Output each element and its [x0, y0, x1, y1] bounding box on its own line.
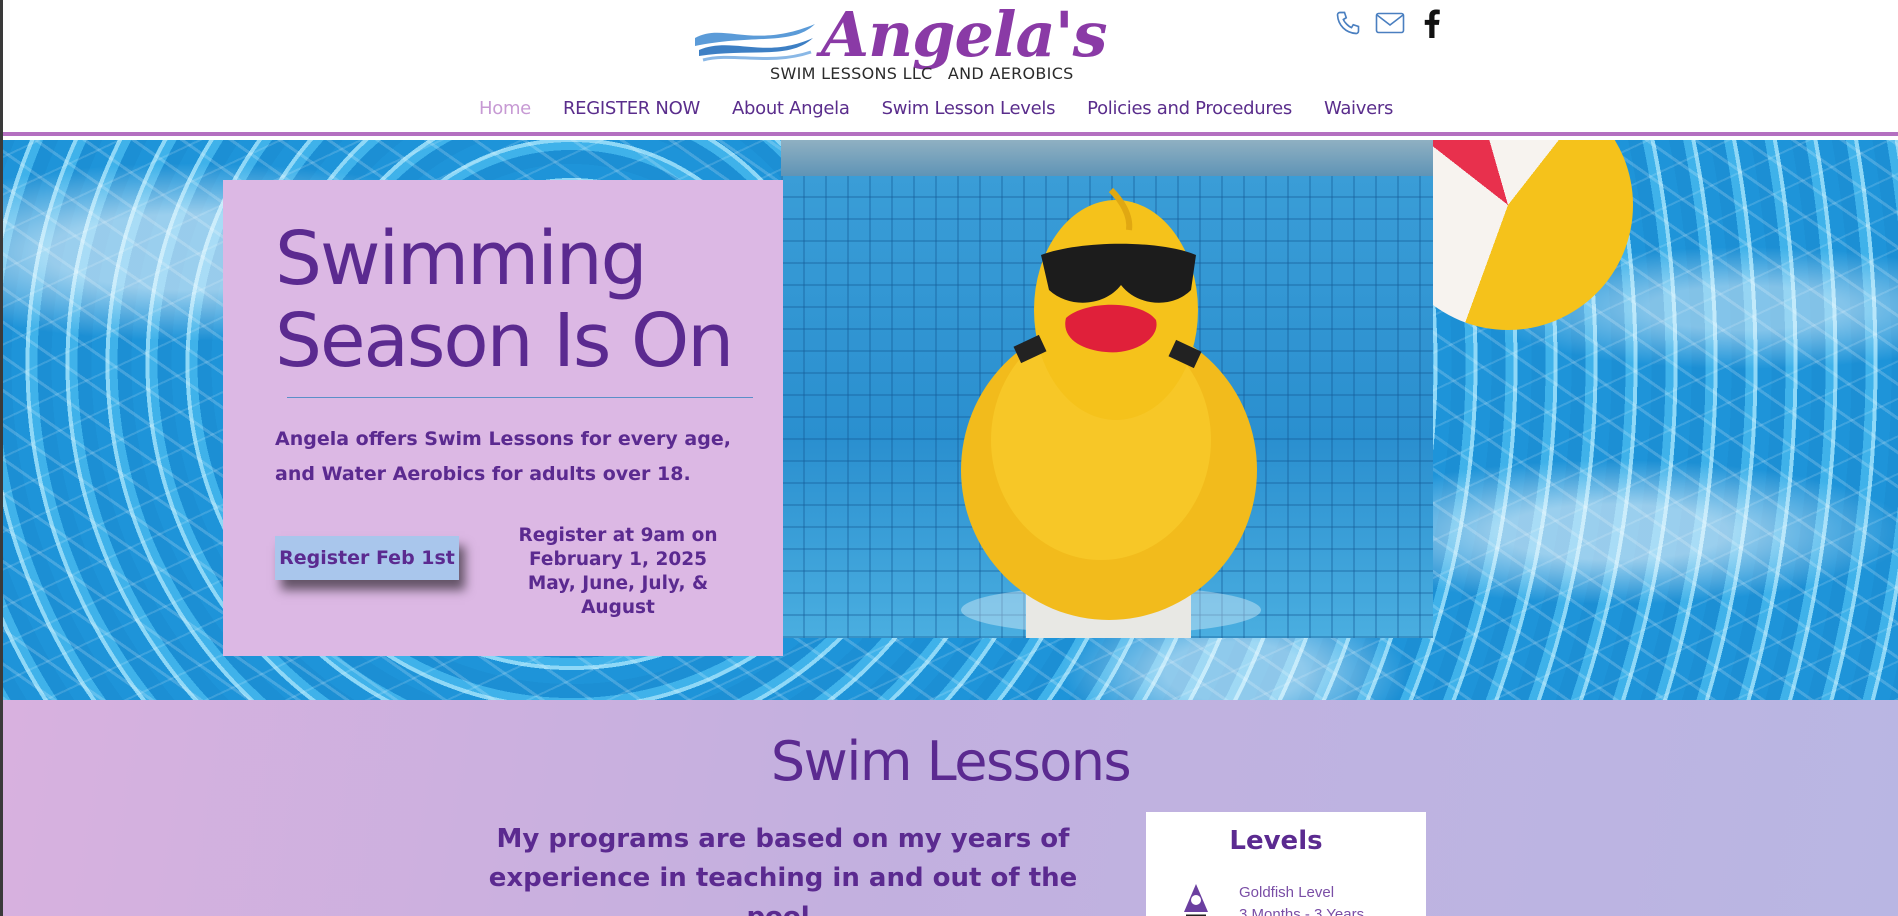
nav-item-about-angela[interactable]: About Angela: [716, 98, 866, 119]
nav-item-register-now[interactable]: REGISTER NOW: [547, 98, 716, 119]
levels-card: Levels Goldfish Level 3 Months - 3 Years: [1146, 812, 1426, 916]
hero-intro: Angela offers Swim Lessons for every age…: [275, 428, 731, 485]
programs-text: My programs are based on my years of exp…: [488, 824, 1078, 916]
level-age: 3 Months - 3 Years: [1239, 906, 1365, 916]
level-name[interactable]: Goldfish Level: [1239, 884, 1334, 901]
phone-icon[interactable]: [1333, 8, 1363, 38]
nav-item-waivers[interactable]: Waivers: [1308, 98, 1409, 119]
rubber-duck-photo: [781, 140, 1433, 638]
registration-months: May, June, July, & August: [527, 573, 709, 618]
logo-wordmark: Angela's: [821, 0, 1108, 71]
levels-title: Levels: [1229, 826, 1323, 856]
waves-logo-icon: [695, 24, 815, 62]
registration-info: Register at 9am on February 1, 2025 May,…: [493, 524, 743, 620]
hero-title: Swimming Season Is On: [275, 216, 734, 384]
register-button[interactable]: Register Feb 1st: [275, 536, 459, 580]
nav-item-swim-lesson-levels[interactable]: Swim Lesson Levels: [866, 98, 1072, 119]
hero-divider: [287, 397, 753, 398]
registration-date: February 1, 2025: [529, 549, 707, 570]
mail-icon[interactable]: [1375, 8, 1405, 38]
hero-section: Swimming Season Is On Angela offers Swim…: [3, 140, 1898, 700]
logo-sub-right: AND AEROBICS: [947, 64, 1074, 83]
nav-item-home[interactable]: Home: [463, 98, 547, 119]
goldfish-level-icon[interactable]: [1178, 882, 1214, 916]
site-logo[interactable]: Angela's SWIM LESSONS LLC AND AEROBICS: [693, 0, 1108, 86]
facebook-icon[interactable]: [1417, 8, 1447, 38]
section-title: Swim Lessons: [770, 730, 1132, 793]
registration-time: Register at 9am on: [518, 525, 718, 546]
nav-item-policies[interactable]: Policies and Procedures: [1071, 98, 1308, 119]
swim-lessons-section: Swim Lessons My programs are based on my…: [3, 700, 1898, 916]
main-nav: Home REGISTER NOW About Angela Swim Less…: [463, 98, 1409, 119]
logo-subtitle: SWIM LESSONS LLC AND AEROBICS: [770, 64, 1084, 83]
site-header: Angela's SWIM LESSONS LLC AND AEROBICS H…: [3, 0, 1898, 136]
duck-illustration: [961, 187, 1261, 638]
social-bar: [1333, 8, 1447, 38]
logo-sub-left: SWIM LESSONS LLC: [770, 64, 933, 83]
hero-card: Swimming Season Is On Angela offers Swim…: [223, 180, 783, 656]
page: Angela's SWIM LESSONS LLC AND AEROBICS H…: [3, 0, 1898, 916]
